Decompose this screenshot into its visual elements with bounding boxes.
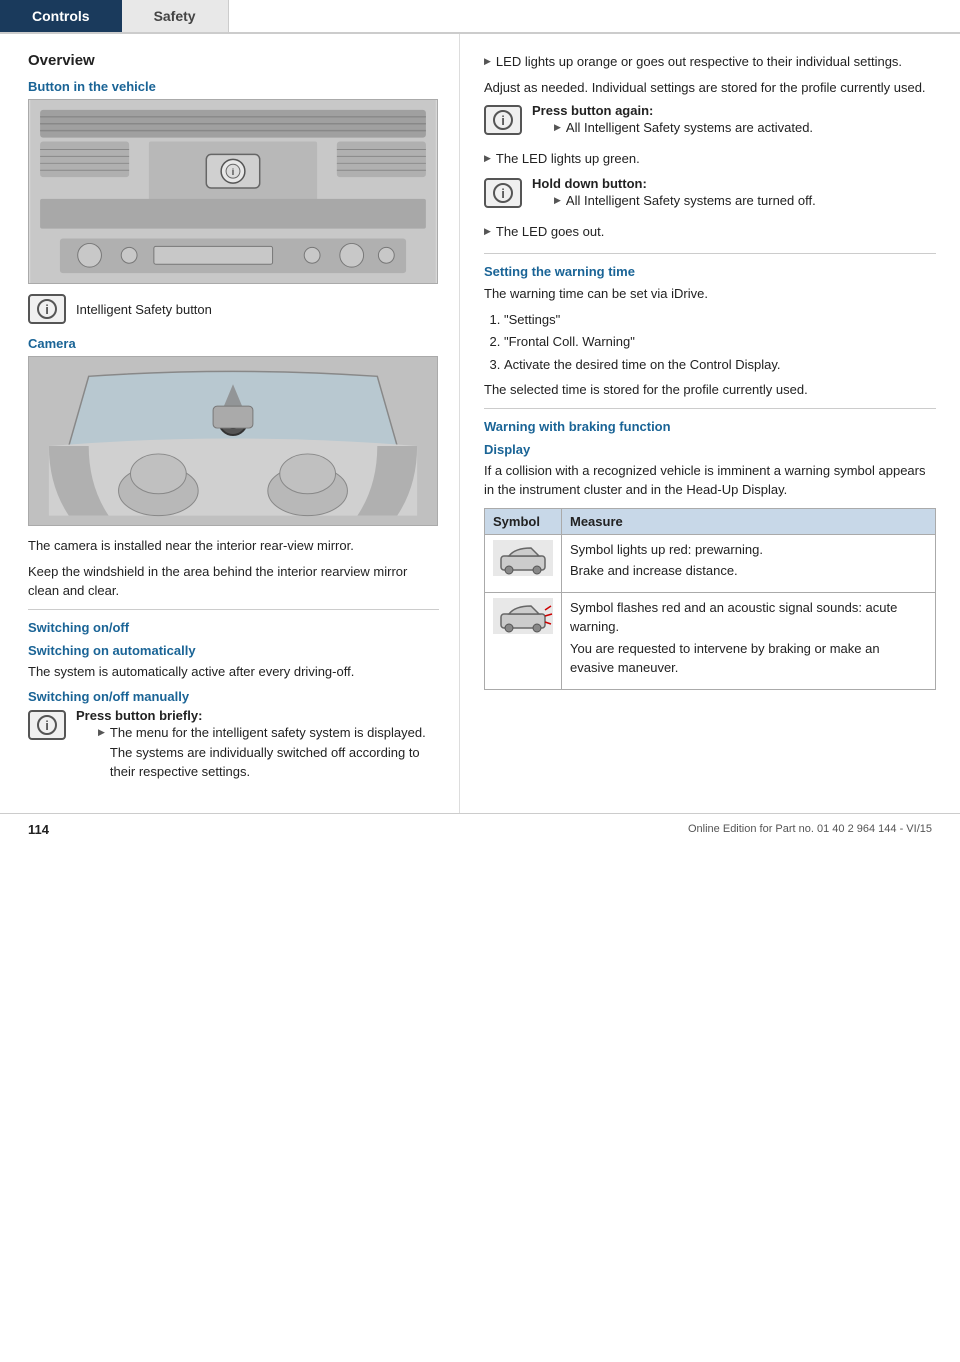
press-bullet1-item: The menu for the intelligent safety syst… [98, 723, 439, 782]
press-briefly-icon-circle: i [37, 715, 57, 735]
display-desc: If a collision with a recognized vehicle… [484, 461, 936, 500]
led-bullet-arrow [484, 52, 496, 67]
led-bullet1-text: LED lights up orange or goes out respect… [496, 52, 936, 72]
divider2 [484, 253, 936, 254]
isafety-icon-circle: i [37, 299, 57, 319]
led-out-item: The LED goes out. [484, 222, 936, 242]
camera-desc1: The camera is installed near the interio… [28, 536, 439, 556]
led-green-item: The LED lights up green. [484, 149, 936, 169]
press-bullet1-text: The menu for the intelligent safety syst… [110, 723, 439, 782]
hold-down-icon: i [484, 178, 522, 208]
table-cell-symbol1 [485, 534, 562, 592]
step-1: "Settings" [504, 310, 936, 330]
press-briefly-block: i Press button briefly: The menu for the… [28, 708, 439, 785]
press-again-arrow [554, 118, 566, 133]
isafety-icon: i [28, 294, 66, 324]
footer-page-number: 114 [28, 822, 49, 837]
switching-auto-title: Switching on automatically [28, 643, 439, 658]
led-out-arrow [484, 222, 496, 237]
camera-section-title: Camera [28, 336, 439, 351]
isafety-label-row: i Intelligent Safety button [28, 294, 439, 324]
hold-down-block: i Hold down button: All Intelligent Safe… [484, 176, 936, 214]
press-again-text-block: Press button again: All Intelligent Safe… [532, 103, 936, 141]
warning-time-title: Setting the warning time [484, 264, 936, 279]
overview-title: Overview [28, 52, 439, 69]
table-row: Symbol flashes red and an acoustic signa… [485, 592, 936, 689]
footer-text: Online Edition for Part no. 01 40 2 964 … [688, 823, 932, 835]
measure2-text1: Symbol flashes red and an acoustic signa… [570, 598, 927, 637]
hold-down-text-block: Hold down button: All Intelligent Safety… [532, 176, 936, 214]
hold-down-bullet1-text: All Intelligent Safety systems are turne… [566, 191, 936, 211]
camera-svg [29, 356, 437, 526]
car-symbol-1 [493, 540, 553, 576]
svg-text:i: i [232, 167, 234, 177]
press-briefly-text: Press button briefly: The menu for the i… [76, 708, 439, 785]
divider3 [484, 408, 936, 409]
hold-down-bullet1: All Intelligent Safety systems are turne… [554, 191, 936, 211]
press-again-icon: i [484, 105, 522, 135]
table-header-symbol: Symbol [485, 508, 562, 534]
hold-down-label: Hold down button: [532, 176, 647, 191]
led-green-arrow [484, 149, 496, 164]
divider1 [28, 609, 439, 610]
right-column: LED lights up orange or goes out respect… [460, 34, 960, 813]
led-out-text: The LED goes out. [496, 222, 936, 242]
led-green-text: The LED lights up green. [496, 149, 936, 169]
press-again-icon-circle: i [493, 110, 513, 130]
main-content: Overview Button in the vehicle [0, 34, 960, 813]
hold-down-arrow [554, 191, 566, 206]
tab-controls[interactable]: Controls [0, 0, 122, 32]
measure2-text2: You are requested to intervene by brakin… [570, 639, 927, 678]
stored-desc: The selected time is stored for the prof… [484, 380, 936, 400]
table-header-row: Symbol Measure [485, 508, 936, 534]
press-briefly-icon: i [28, 710, 66, 740]
camera-desc2: Keep the windshield in the area behind t… [28, 562, 439, 601]
warning-time-desc: The warning time can be set via iDrive. [484, 284, 936, 304]
table-cell-measure2: Symbol flashes red and an acoustic signa… [562, 592, 936, 689]
car-symbol-2 [493, 598, 553, 634]
camera-image [28, 356, 438, 526]
table-cell-measure1: Symbol lights up red: prewarning. Brake … [562, 534, 936, 592]
press-again-block: i Press button again: All Intelligent Sa… [484, 103, 936, 141]
press-again-bullet1: All Intelligent Safety systems are activ… [554, 118, 936, 138]
press-again-label: Press button again: [532, 103, 653, 118]
table-header-measure: Measure [562, 508, 936, 534]
vehicle-svg: i [28, 100, 438, 283]
switching-auto-desc: The system is automatically active after… [28, 662, 439, 682]
braking-title: Warning with braking function [484, 419, 936, 434]
button-section-title: Button in the vehicle [28, 79, 439, 94]
press-again-bullet1-text: All Intelligent Safety systems are activ… [566, 118, 936, 138]
table-cell-symbol2 [485, 592, 562, 689]
switching-title: Switching on/off [28, 620, 439, 635]
vehicle-image: i [28, 99, 438, 284]
isafety-label-text: Intelligent Safety button [76, 302, 212, 317]
press-briefly-label: Press button briefly: [76, 708, 202, 723]
adjust-desc: Adjust as needed. Individual settings ar… [484, 78, 936, 98]
step-3: Activate the desired time on the Control… [504, 355, 936, 375]
tab-safety[interactable]: Safety [122, 0, 229, 32]
step-2: "Frontal Coll. Warning" [504, 332, 936, 352]
left-column: Overview Button in the vehicle [0, 34, 460, 813]
footer: 114 Online Edition for Part no. 01 40 2 … [0, 813, 960, 845]
measure1-text2: Brake and increase distance. [570, 561, 927, 581]
hold-down-icon-circle: i [493, 183, 513, 203]
display-title: Display [484, 442, 936, 457]
steps-list: "Settings" "Frontal Coll. Warning" Activ… [504, 310, 936, 375]
measure1-text1: Symbol lights up red: prewarning. [570, 540, 927, 560]
bullet-arrow1 [98, 723, 110, 738]
led-bullet1-item: LED lights up orange or goes out respect… [484, 52, 936, 72]
switching-manual-title: Switching on/off manually [28, 689, 439, 704]
symbol-table: Symbol Measure [484, 508, 936, 690]
header-tabs: Controls Safety [0, 0, 960, 34]
table-row: Symbol lights up red: prewarning. Brake … [485, 534, 936, 592]
